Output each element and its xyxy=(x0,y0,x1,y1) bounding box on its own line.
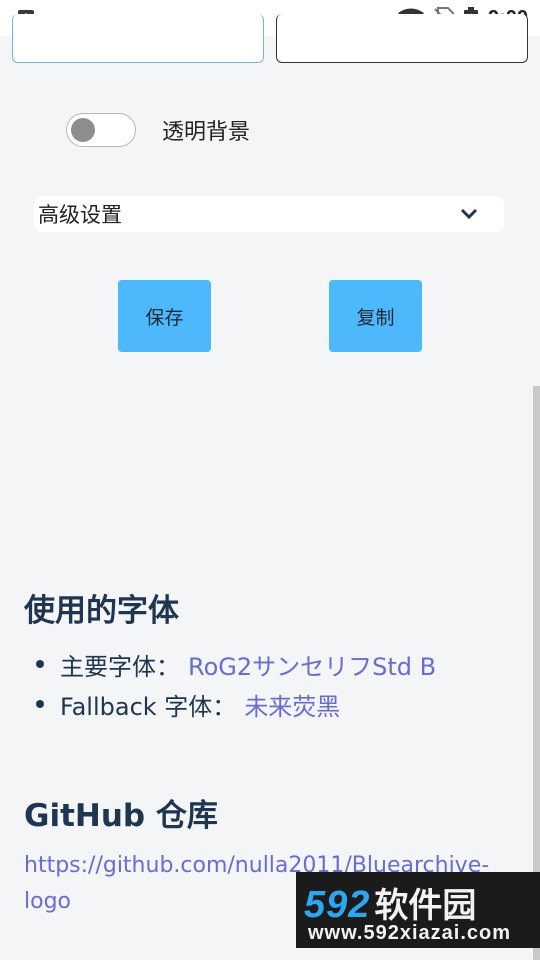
toggle-knob xyxy=(71,118,95,142)
watermark-url: www.592xiazai.com xyxy=(308,922,512,944)
copy-button[interactable]: 复制 xyxy=(329,280,422,352)
color-input-left[interactable] xyxy=(12,14,264,63)
transparent-bg-label: 透明背景 xyxy=(162,120,251,145)
chevron-down-icon xyxy=(460,208,478,220)
advanced-settings-dropdown[interactable]: 高级设置 xyxy=(34,196,504,232)
github-heading: GitHub 仓库 xyxy=(24,798,218,834)
transparent-bg-toggle[interactable] xyxy=(66,113,136,147)
primary-font-link[interactable]: RoG2サンセリフStd B xyxy=(188,647,436,682)
transparent-bg-row: 透明背景 xyxy=(66,112,250,148)
save-button[interactable]: 保存 xyxy=(118,280,211,352)
primary-font-label: 主要字体： xyxy=(60,652,180,681)
list-item: Fallback 字体： 未来荧黑 xyxy=(36,684,436,724)
advanced-settings-label: 高级设置 xyxy=(38,203,122,227)
site-watermark: 592 软件园 www.592xiazai.com xyxy=(296,872,540,948)
font-list: 主要字体： RoG2サンセリフStd B Fallback 字体： 未来荧黑 xyxy=(36,644,436,724)
fonts-heading: 使用的字体 xyxy=(24,593,179,629)
color-input-right[interactable] xyxy=(276,14,528,63)
watermark-number: 592 xyxy=(304,884,371,926)
watermark-logo: 592 软件园 xyxy=(304,878,476,927)
bullet xyxy=(36,660,44,668)
list-item: 主要字体： RoG2サンセリフStd B xyxy=(36,644,436,684)
fallback-font-label: Fallback 字体： xyxy=(60,692,237,721)
fallback-font-link[interactable]: 未来荧黑 xyxy=(244,687,340,722)
bullet xyxy=(36,700,44,708)
watermark-name: 软件园 xyxy=(374,886,477,926)
